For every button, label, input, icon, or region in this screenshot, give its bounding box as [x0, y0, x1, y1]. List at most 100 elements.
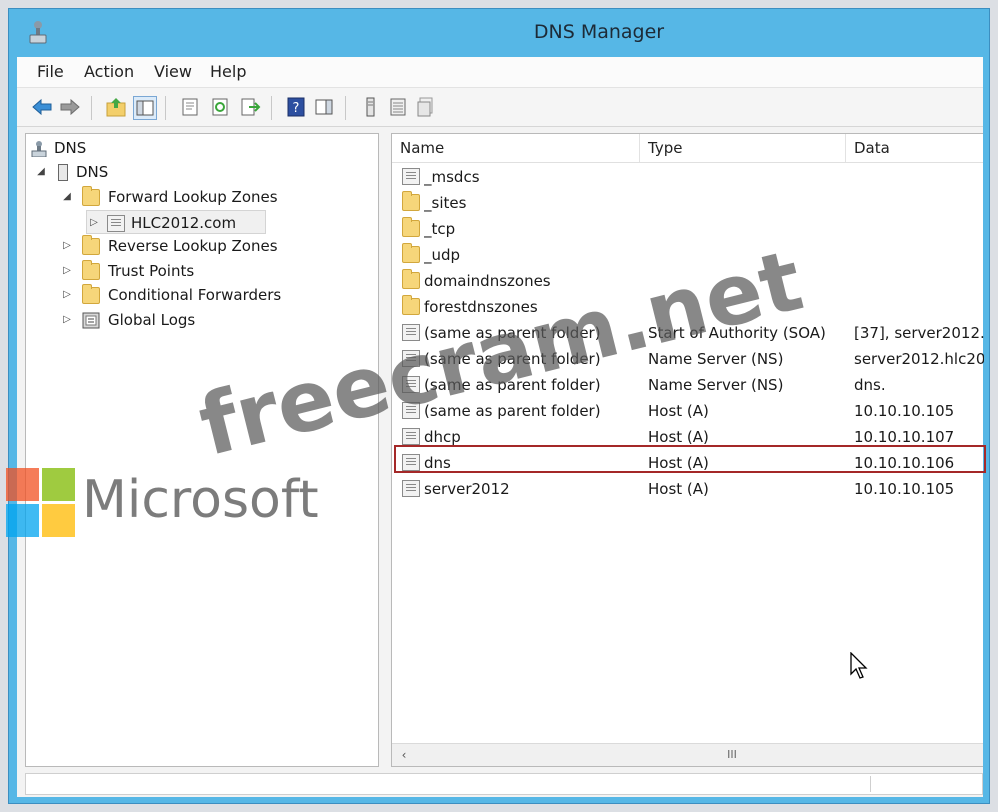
back-icon[interactable]: [31, 96, 53, 118]
server-icon: [58, 164, 68, 181]
svg-text:?: ?: [293, 101, 300, 116]
horizontal-scrollbar[interactable]: ‹ III: [392, 743, 983, 766]
tree-label: Conditional Forwarders: [108, 286, 282, 304]
export-list-icon[interactable]: [239, 96, 261, 118]
folder-icon: [82, 235, 100, 255]
cell-data: [854, 294, 984, 320]
refresh-icon[interactable]: [209, 96, 231, 118]
menu-file[interactable]: File: [37, 62, 64, 81]
toolbar-separator: [345, 96, 346, 120]
toolbar-separator: [91, 96, 92, 120]
tree-node-trust-points[interactable]: ▷ Trust Points: [62, 259, 342, 283]
list-header: Name Type Data: [392, 134, 983, 163]
cell-data: dns.: [854, 376, 886, 394]
table-row[interactable]: server2012 Host (A) 10.10.10.105: [392, 476, 984, 502]
expand-arrow-icon[interactable]: ▷: [89, 211, 99, 235]
cell-name: _tcp: [424, 220, 456, 238]
console-tree[interactable]: DNS ◢ DNS ◢ Forward Lookup Zones ▷ HLC20…: [25, 133, 379, 767]
status-bar: [25, 773, 983, 795]
tree-node-zone-hlc2012[interactable]: ▷ HLC2012.com: [86, 210, 266, 234]
column-header-name[interactable]: Name: [392, 134, 640, 162]
cell-type: [648, 164, 844, 190]
microsoft-logo-icon: [6, 468, 76, 538]
dns-root-icon: [31, 141, 47, 157]
cell-name: _udp: [424, 246, 461, 264]
title-bar[interactable]: DNS Manager: [9, 9, 989, 57]
expand-arrow-icon[interactable]: ▷: [62, 234, 72, 258]
folder-icon: [402, 295, 420, 315]
cell-data: [37], server2012.hlc: [854, 324, 984, 342]
cell-type: [648, 190, 844, 216]
table-row[interactable]: _tcp: [392, 216, 984, 242]
zone-list-icon[interactable]: [387, 96, 409, 118]
highlighted-record-box: [394, 445, 986, 473]
column-header-data[interactable]: Data: [846, 134, 986, 162]
scroll-thumb-grip-icon[interactable]: III: [722, 748, 742, 762]
column-header-type[interactable]: Type: [640, 134, 846, 162]
cell-data: [854, 164, 984, 190]
folder-icon: [82, 284, 100, 304]
show-hide-action-icon[interactable]: [313, 96, 335, 118]
properties-icon[interactable]: [179, 96, 201, 118]
tree-node-reverse-lookup-zones[interactable]: ▷ Reverse Lookup Zones: [62, 234, 342, 258]
folder-icon: [82, 186, 100, 206]
cell-data: 10.10.10.105: [854, 402, 955, 420]
app-window: DNS Manager File Action View Help ? DNS …: [8, 8, 990, 804]
zone-record-icon[interactable]: [415, 96, 437, 118]
up-folder-icon[interactable]: [105, 96, 127, 118]
microsoft-watermark: Microsoft: [82, 470, 319, 530]
cell-data: server2012.hlc2012: [854, 350, 984, 368]
cell-name: server2012: [424, 480, 510, 498]
show-hide-tree-icon[interactable]: [133, 96, 157, 120]
cell-data: 10.10.10.105: [854, 480, 955, 498]
cell-name: _sites: [424, 194, 467, 212]
scroll-left-icon[interactable]: ‹: [396, 747, 412, 763]
log-icon: [82, 312, 100, 329]
expand-arrow-icon[interactable]: ▷: [62, 283, 72, 307]
tree-label: DNS: [76, 163, 109, 181]
cell-type: [648, 216, 844, 242]
folder-icon: [402, 269, 420, 289]
menu-help[interactable]: Help: [210, 62, 246, 81]
expand-arrow-icon[interactable]: ▷: [62, 308, 72, 332]
tree-node-conditional-forwarders[interactable]: ▷ Conditional Forwarders: [62, 283, 362, 307]
folder-icon: [82, 260, 100, 280]
table-row[interactable]: _msdcs: [392, 164, 984, 190]
collapse-arrow-icon[interactable]: ◢: [36, 160, 46, 184]
help-icon[interactable]: ?: [285, 96, 307, 118]
tree-label: DNS: [54, 139, 87, 157]
server-icon[interactable]: [359, 96, 381, 118]
tree-node-server[interactable]: ◢ DNS: [36, 160, 236, 184]
toolbar-separator: [165, 96, 166, 120]
cell-name: _msdcs: [424, 168, 480, 186]
zone-icon: [402, 168, 420, 185]
status-separator: [870, 776, 871, 792]
toolbar-separator: [271, 96, 272, 120]
folder-icon: [402, 191, 420, 211]
tree-label: HLC2012.com: [131, 214, 237, 232]
collapse-arrow-icon[interactable]: ◢: [62, 185, 72, 209]
menu-bar: File Action View Help: [17, 57, 983, 88]
cell-type: Host (A): [648, 480, 709, 498]
record-icon: [402, 428, 420, 445]
cell-type: Name Server (NS): [648, 376, 784, 394]
tree-node-forward-lookup-zones[interactable]: ◢ Forward Lookup Zones: [62, 185, 342, 209]
cell-data: [854, 216, 984, 242]
tree-label: Trust Points: [108, 262, 195, 280]
expand-arrow-icon[interactable]: ▷: [62, 259, 72, 283]
tree-label: Global Logs: [108, 311, 196, 329]
menu-action[interactable]: Action: [84, 62, 134, 81]
mouse-cursor-icon: [850, 652, 868, 679]
folder-icon: [402, 217, 420, 237]
forward-icon[interactable]: [59, 96, 81, 118]
folder-icon: [402, 243, 420, 263]
results-list[interactable]: Name Type Data _msdcs _sites _tcp _udp domai…: [391, 133, 986, 767]
tree-label: Reverse Lookup Zones: [108, 237, 278, 255]
cell-type: Host (A): [648, 402, 709, 420]
window-title: DNS Manager: [533, 21, 665, 43]
record-icon: [402, 480, 420, 497]
tree-node-global-logs[interactable]: ▷ Global Logs: [62, 308, 342, 332]
client-area: File Action View Help ? DNS ◢ DNS ◢ Forw…: [17, 57, 986, 797]
menu-view[interactable]: View: [154, 62, 192, 81]
table-row[interactable]: _sites: [392, 190, 984, 216]
